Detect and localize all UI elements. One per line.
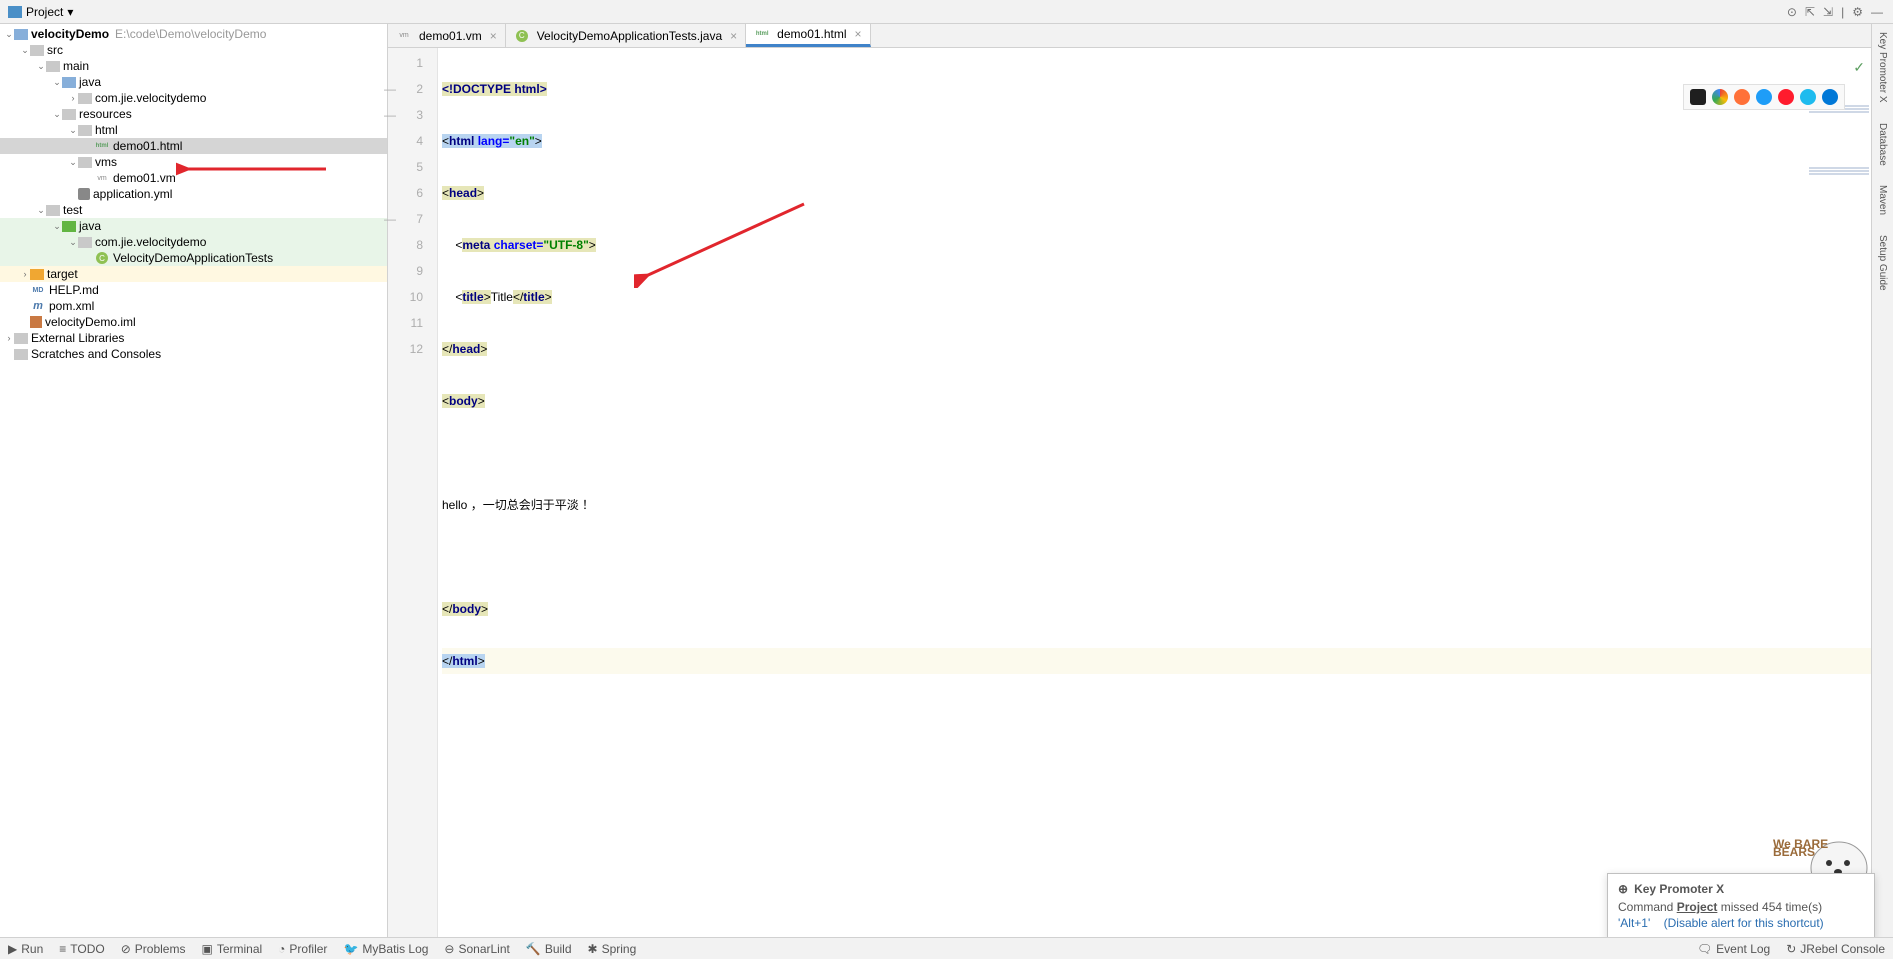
tool-database[interactable]: Database: [1877, 123, 1888, 166]
tab-demo01-vm[interactable]: demo01.vm ×: [388, 24, 506, 47]
java-class-icon: [514, 29, 530, 43]
expand-icon[interactable]: ⇱: [1805, 5, 1815, 19]
intellij-icon[interactable]: [1690, 89, 1706, 105]
package-icon: [78, 93, 92, 104]
browser-preview-icons: [1683, 84, 1845, 110]
dropdown-icon: ▾: [67, 5, 73, 19]
tree-vms[interactable]: vms: [0, 154, 387, 170]
package-icon: [78, 237, 92, 248]
tree-ext-libs[interactable]: External Libraries: [0, 330, 387, 346]
test-folder-icon: [62, 221, 76, 232]
source-folder-icon: [62, 77, 76, 88]
code-content[interactable]: <!DOCTYPE html> <html lang="en"> <head> …: [438, 48, 1871, 939]
code-editor[interactable]: 1 2 3 4 5 6 7 8 9 10 11 12 <!DOCTYPE htm…: [388, 48, 1871, 939]
divider: |: [1841, 5, 1844, 19]
status-terminal[interactable]: ▣ Terminal: [201, 942, 262, 956]
folder-icon: [46, 205, 60, 216]
close-icon[interactable]: ×: [730, 29, 737, 43]
tree-test[interactable]: test: [0, 202, 387, 218]
html-file-icon: [94, 139, 110, 153]
project-tool-label[interactable]: Project ▾: [0, 5, 81, 19]
collapse-all-icon[interactable]: ⇲: [1823, 5, 1833, 19]
notif-disable-link[interactable]: (Disable alert for this shortcut): [1664, 916, 1824, 930]
status-run[interactable]: ▶ Run: [8, 942, 43, 956]
scratches-icon: [14, 349, 28, 360]
tree-java-test[interactable]: java: [0, 218, 387, 234]
folder-icon: [78, 157, 92, 168]
status-bar: ▶ Run ≡ TODO ⊘ Problems ▣ Terminal ◔ Pro…: [0, 937, 1893, 959]
tab-demo01-html[interactable]: demo01.html ×: [746, 24, 870, 47]
editor-tabs: demo01.vm × VelocityDemoApplicationTests…: [388, 24, 1871, 48]
close-icon[interactable]: ×: [855, 27, 862, 41]
status-sonarlint[interactable]: ⊖ SonarLint: [444, 942, 509, 956]
notif-shortcut-link[interactable]: 'Alt+1': [1618, 916, 1650, 930]
tree-help-md[interactable]: HELP.md: [0, 282, 387, 298]
tree-pkg-test[interactable]: com.jie.velocitydemo: [0, 234, 387, 250]
md-file-icon: [30, 283, 46, 297]
status-jrebel[interactable]: ↻ JRebel Console: [1786, 942, 1885, 956]
status-profiler[interactable]: ◔ Profiler: [278, 942, 327, 956]
safari-icon[interactable]: [1756, 89, 1772, 105]
tab-tests-java[interactable]: VelocityDemoApplicationTests.java ×: [506, 24, 746, 47]
tree-pom-xml[interactable]: pom.xml: [0, 298, 387, 314]
folder-icon: [78, 125, 92, 136]
vm-file-icon: [94, 171, 110, 185]
tree-pkg-main[interactable]: com.jie.velocitydemo: [0, 90, 387, 106]
ie-icon[interactable]: [1800, 89, 1816, 105]
java-class-icon: [94, 251, 110, 265]
tree-demo01-html[interactable]: demo01.html: [0, 138, 387, 154]
tree-src[interactable]: src: [0, 42, 387, 58]
tree-root[interactable]: velocityDemo E:\code\Demo\velocityDemo: [0, 26, 387, 42]
iml-file-icon: [30, 316, 42, 328]
opera-icon[interactable]: [1778, 89, 1794, 105]
module-icon: [14, 29, 28, 40]
tree-target[interactable]: target: [0, 266, 387, 282]
tree-resources[interactable]: resources: [0, 106, 387, 122]
minimize-icon[interactable]: —: [1871, 5, 1883, 19]
tree-demo01-vm[interactable]: demo01.vm: [0, 170, 387, 186]
tree-main[interactable]: main: [0, 58, 387, 74]
target-folder-icon: [30, 269, 44, 280]
tool-key-promoter[interactable]: Key Promoter X: [1877, 32, 1888, 103]
notif-icon: ⊕: [1618, 882, 1628, 896]
tree-scratches[interactable]: Scratches and Consoles: [0, 346, 387, 362]
status-build[interactable]: 🔨 Build: [526, 942, 572, 956]
firefox-icon[interactable]: [1734, 89, 1750, 105]
tree-iml[interactable]: velocityDemo.iml: [0, 314, 387, 330]
gear-icon[interactable]: ⚙: [1852, 5, 1863, 19]
folder-icon: [46, 61, 60, 72]
locate-icon[interactable]: ⊙: [1787, 5, 1797, 19]
notification-popup[interactable]: ⊕ Key Promoter X Command Project missed …: [1607, 873, 1875, 941]
html-file-icon: [754, 27, 770, 41]
line-gutter: 1 2 3 4 5 6 7 8 9 10 11 12: [388, 48, 438, 939]
maven-file-icon: [30, 299, 46, 313]
status-problems[interactable]: ⊘ Problems: [121, 942, 186, 956]
resources-folder-icon: [62, 109, 76, 120]
project-tree[interactable]: velocityDemo E:\code\Demo\velocityDemo s…: [0, 24, 388, 959]
tree-app-yml[interactable]: application.yml: [0, 186, 387, 202]
tree-html-folder[interactable]: html: [0, 122, 387, 138]
tool-maven[interactable]: Maven: [1877, 185, 1888, 215]
close-icon[interactable]: ×: [490, 29, 497, 43]
edge-icon[interactable]: [1822, 89, 1838, 105]
libs-icon: [14, 333, 28, 344]
svg-text:BEARS: BEARS: [1773, 845, 1815, 859]
vm-file-icon: [396, 29, 412, 43]
status-mybatis[interactable]: 🐦 MyBatis Log: [343, 942, 428, 956]
tree-java-main[interactable]: java: [0, 74, 387, 90]
chrome-icon[interactable]: [1712, 89, 1728, 105]
right-tool-strip: Key Promoter X Database Maven Setup Guid…: [1871, 24, 1893, 959]
tree-test-class[interactable]: VelocityDemoApplicationTests: [0, 250, 387, 266]
status-todo[interactable]: ≡ TODO: [59, 942, 104, 956]
status-event-log[interactable]: 🗨 Event Log: [1697, 942, 1770, 956]
project-label-text: Project: [26, 5, 63, 19]
tool-setup-guide[interactable]: Setup Guide: [1877, 235, 1888, 291]
project-icon: [8, 6, 22, 18]
folder-icon: [30, 45, 44, 56]
yml-file-icon: [78, 188, 90, 200]
status-spring[interactable]: ✱ Spring: [588, 942, 637, 956]
